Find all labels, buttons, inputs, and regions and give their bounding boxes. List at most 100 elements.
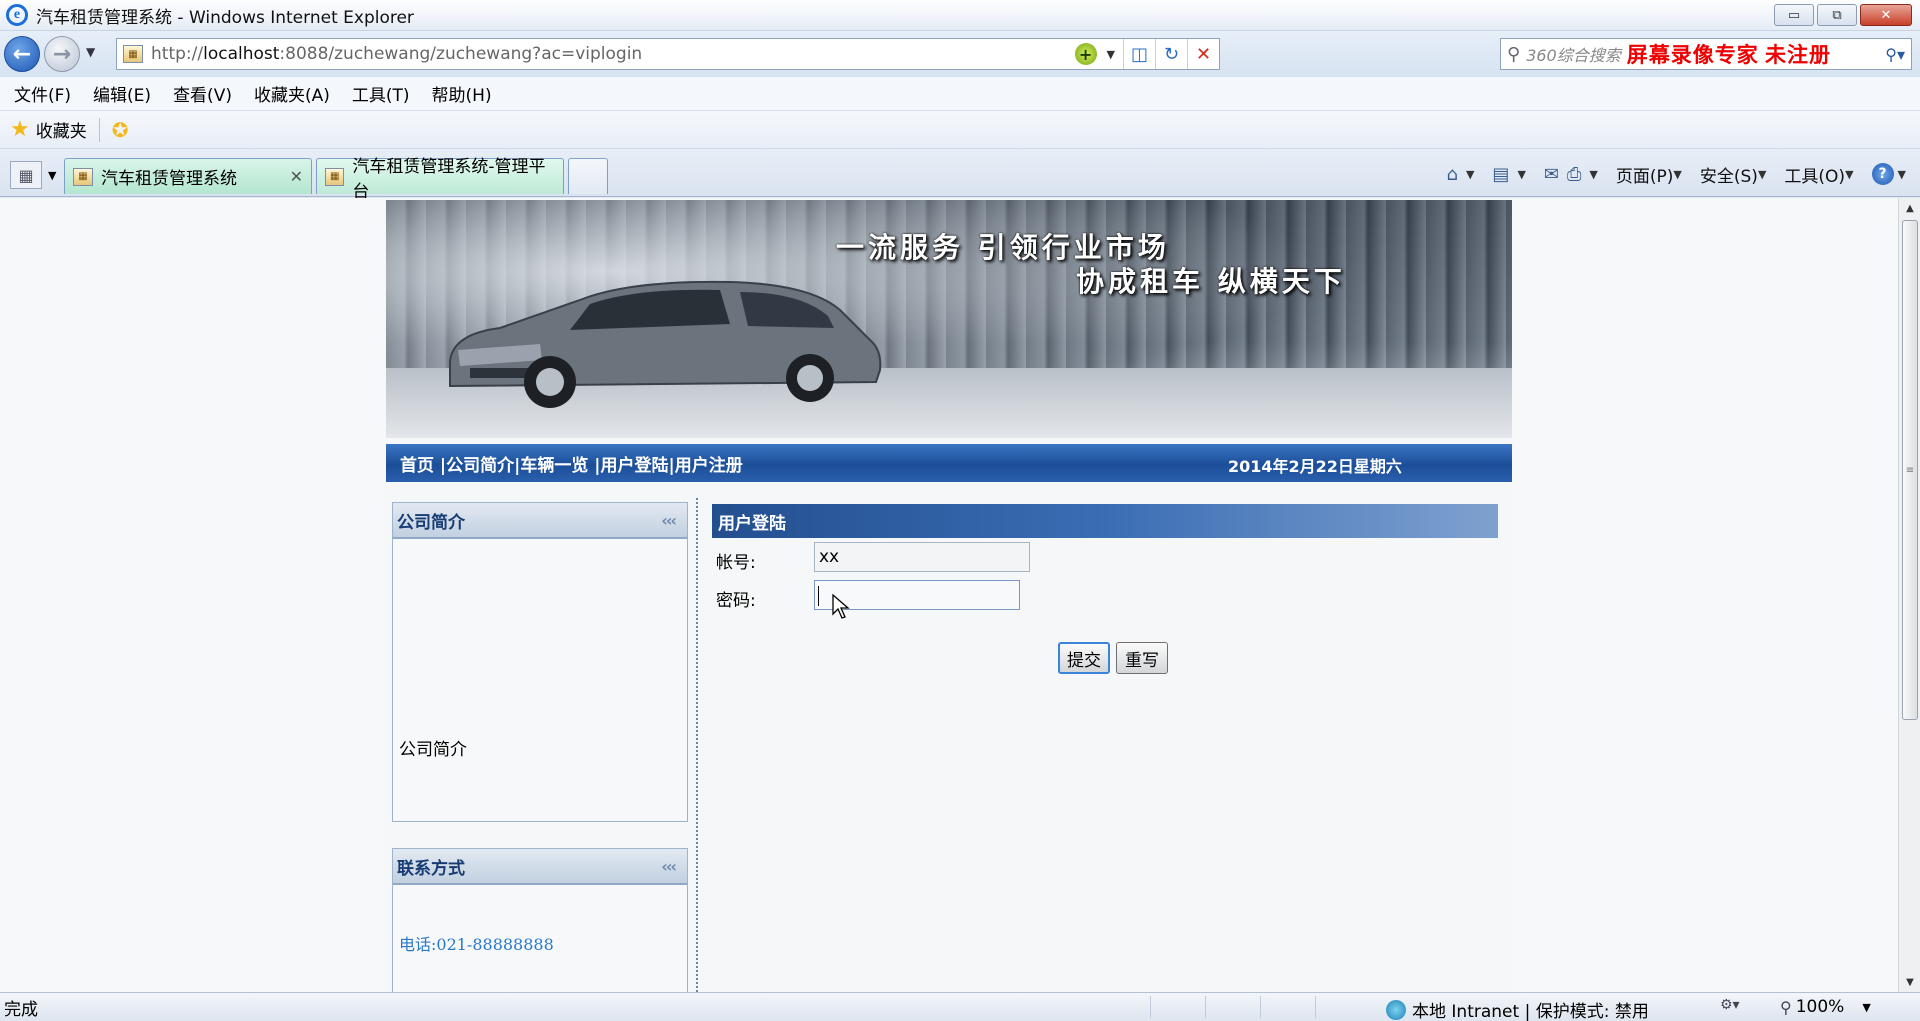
help-icon[interactable]: ? bbox=[1871, 163, 1894, 185]
back-button[interactable]: ← bbox=[4, 36, 40, 72]
print-icon[interactable]: ⎙ bbox=[1567, 164, 1581, 185]
tools-menu[interactable]: 工具(O) bbox=[1784, 162, 1845, 187]
contact-body: 电话:021-88888888 bbox=[393, 885, 687, 992]
zoom-dropdown-icon[interactable]: ▼ bbox=[1862, 1001, 1870, 1014]
help-dropdown-icon[interactable]: ▼ bbox=[1898, 168, 1906, 181]
new-tab-button[interactable] bbox=[568, 158, 608, 194]
address-dropdown-icon[interactable]: ▼ bbox=[1107, 48, 1115, 61]
maximize-button[interactable]: ⧉ bbox=[1817, 4, 1857, 26]
tab-rental-system[interactable]: ▦ 汽车租赁管理系统 ✕ bbox=[64, 158, 312, 194]
menu-help[interactable]: 帮助(H) bbox=[432, 81, 492, 106]
contact-box: 联系方式 ‹‹‹ 电话:021-88888888 bbox=[392, 848, 688, 992]
search-go-icon[interactable]: ⚲▾ bbox=[1885, 45, 1905, 64]
close-window-button[interactable]: ✕ bbox=[1860, 4, 1912, 26]
tab-favicon-icon: ▦ bbox=[325, 167, 345, 186]
address-toolbar: ← → ▼ ▦ http://localhost:8088/zuchewang/… bbox=[0, 31, 1920, 77]
add-favorite-icon[interactable]: ✪ bbox=[112, 118, 129, 142]
favorites-bar: ★ 收藏夹 ✪ bbox=[0, 111, 1920, 149]
account-input[interactable]: xx bbox=[814, 542, 1030, 572]
scroll-thumb[interactable]: ≡ bbox=[1902, 220, 1918, 720]
account-row: 帐号: xx bbox=[712, 538, 1498, 576]
banner-slogan-2: 协成租车 纵横天下 bbox=[1076, 265, 1346, 298]
nav-link-login[interactable]: |用户登陆 bbox=[588, 451, 668, 476]
address-url[interactable]: http://localhost:8088/zuchewang/zuchewan… bbox=[151, 44, 642, 64]
company-intro-title: 公司简介 bbox=[397, 512, 465, 533]
favorites-star-icon[interactable]: ★ bbox=[10, 117, 30, 142]
safety-menu[interactable]: 安全(S) bbox=[1700, 162, 1758, 187]
reset-button[interactable]: 重写 bbox=[1116, 642, 1168, 674]
security-zone[interactable]: 本地 Intranet | 保护模式: 禁用 bbox=[1386, 997, 1649, 1021]
command-bar: ⌂ ▼ ▤ ▼ ✉ ⎙ ▼ 页面(P) ▼ 安全(S) ▼ 工具(O) ▼ ? ▼ bbox=[1447, 159, 1906, 189]
zoom-control[interactable]: ⚲ 100% ▼ bbox=[1780, 997, 1871, 1017]
status-bar: 完成 本地 Intranet | 保护模式: 禁用 ⚙▾ ⚲ 100% ▼ bbox=[0, 992, 1920, 1021]
zoom-level: 100% bbox=[1795, 997, 1845, 1017]
mail-icon[interactable]: ✉ bbox=[1544, 164, 1559, 185]
feeds-icon[interactable]: ▤ bbox=[1492, 164, 1509, 185]
compatibility-view-icon[interactable]: ◫ bbox=[1123, 39, 1155, 69]
ie-logo-icon: e bbox=[6, 4, 28, 26]
tab-admin-platform[interactable]: ▦ 汽车租赁管理系统-管理平台 bbox=[316, 157, 564, 202]
submit-button[interactable]: 提交 bbox=[1058, 642, 1110, 674]
company-intro-box: 公司简介 ‹‹‹ 公司简介 bbox=[392, 502, 688, 822]
tab-label: 汽车租赁管理系统-管理平台 bbox=[352, 156, 546, 202]
menu-view[interactable]: 查看(V) bbox=[173, 81, 232, 106]
close-tab-icon[interactable]: ✕ bbox=[290, 167, 303, 186]
intranet-globe-icon bbox=[1386, 999, 1406, 1020]
login-header: 用户登陆 bbox=[712, 504, 1498, 538]
collapse-arrows-icon[interactable]: ‹‹‹ bbox=[661, 857, 677, 876]
password-row: 密码: bbox=[712, 576, 1498, 619]
status-separators bbox=[1150, 996, 1316, 1018]
addon-plus-icon[interactable]: + bbox=[1074, 43, 1097, 65]
protected-mode-icon[interactable]: ⚙▾ bbox=[1720, 997, 1740, 1013]
stop-icon[interactable]: ✕ bbox=[1187, 39, 1219, 69]
zone-text: 本地 Intranet | 保护模式: 禁用 bbox=[1412, 1002, 1649, 1021]
contact-phone: 电话:021-88888888 bbox=[399, 935, 554, 954]
quick-tabs-icon[interactable]: ▦ bbox=[10, 161, 42, 189]
page-dropdown-icon[interactable]: ▼ bbox=[1673, 168, 1681, 181]
feeds-dropdown-icon[interactable]: ▼ bbox=[1517, 168, 1525, 181]
web-page: 一流服务 引领行业市场 协成租车 纵横天下 首页 |公司简介 |车辆一览 |用户… bbox=[386, 198, 1512, 992]
password-label: 密码: bbox=[716, 591, 756, 611]
forward-button[interactable]: → bbox=[44, 36, 80, 72]
nav-link-cars[interactable]: |车辆一览 bbox=[514, 451, 588, 476]
menu-tools[interactable]: 工具(T) bbox=[352, 81, 410, 106]
recent-pages-dropdown-icon[interactable]: ▼ bbox=[86, 45, 95, 59]
page-menu[interactable]: 页面(P) bbox=[1616, 162, 1674, 187]
refresh-icon[interactable]: ↻ bbox=[1155, 39, 1187, 69]
status-text: 完成 bbox=[4, 999, 38, 1020]
collapse-arrows-icon[interactable]: ‹‹‹ bbox=[661, 511, 677, 530]
contact-title: 联系方式 bbox=[397, 858, 465, 879]
tab-list-dropdown-icon[interactable]: ▼ bbox=[48, 169, 56, 182]
company-intro-text: 公司简介 bbox=[399, 740, 467, 760]
tab-favicon-icon: ▦ bbox=[73, 167, 93, 186]
nav-link-register[interactable]: |用户注册 bbox=[669, 451, 743, 476]
menu-file[interactable]: 文件(F) bbox=[14, 81, 71, 106]
scroll-up-icon[interactable]: ▲ bbox=[1899, 198, 1920, 218]
menu-edit[interactable]: 编辑(E) bbox=[93, 81, 151, 106]
safety-dropdown-icon[interactable]: ▼ bbox=[1758, 168, 1766, 181]
home-dropdown-icon[interactable]: ▼ bbox=[1466, 168, 1474, 181]
contact-header: 联系方式 ‹‹‹ bbox=[393, 849, 687, 885]
favorites-separator bbox=[98, 117, 100, 142]
nav-link-home[interactable]: 首页 bbox=[400, 451, 440, 476]
tab-label: 汽车租赁管理系统 bbox=[101, 169, 237, 189]
minimize-button[interactable]: ▭ bbox=[1774, 4, 1814, 26]
text-caret bbox=[818, 586, 819, 606]
page-favicon-icon: ▦ bbox=[123, 45, 143, 63]
zoom-magnifier-icon: ⚲ bbox=[1780, 997, 1792, 1017]
search-placeholder: 360综合搜索 bbox=[1526, 46, 1621, 65]
nav-link-company[interactable]: |公司简介 bbox=[440, 451, 514, 476]
column-divider bbox=[696, 498, 698, 992]
vertical-scrollbar[interactable]: ▲ ≡ ▼ bbox=[1898, 198, 1920, 992]
window-title: 汽车租赁管理系统 - Windows Internet Explorer bbox=[36, 7, 414, 28]
search-box[interactable]: ⚲ 360综合搜索 屏幕录像专家 未注册 ⚲▾ bbox=[1500, 38, 1912, 70]
print-dropdown-icon[interactable]: ▼ bbox=[1589, 168, 1597, 181]
recorder-watermark: 屏幕录像专家 未注册 bbox=[1626, 43, 1831, 67]
scroll-down-icon[interactable]: ▼ bbox=[1899, 972, 1920, 992]
address-bar[interactable]: ▦ http://localhost:8088/zuchewang/zuchew… bbox=[116, 38, 1220, 70]
favorites-button[interactable]: 收藏夹 bbox=[36, 117, 87, 142]
home-icon[interactable]: ⌂ bbox=[1447, 164, 1458, 185]
tools-dropdown-icon[interactable]: ▼ bbox=[1845, 168, 1853, 181]
menu-bar: 文件(F) 编辑(E) 查看(V) 收藏夹(A) 工具(T) 帮助(H) bbox=[0, 77, 1920, 111]
menu-favorites[interactable]: 收藏夹(A) bbox=[254, 81, 330, 106]
